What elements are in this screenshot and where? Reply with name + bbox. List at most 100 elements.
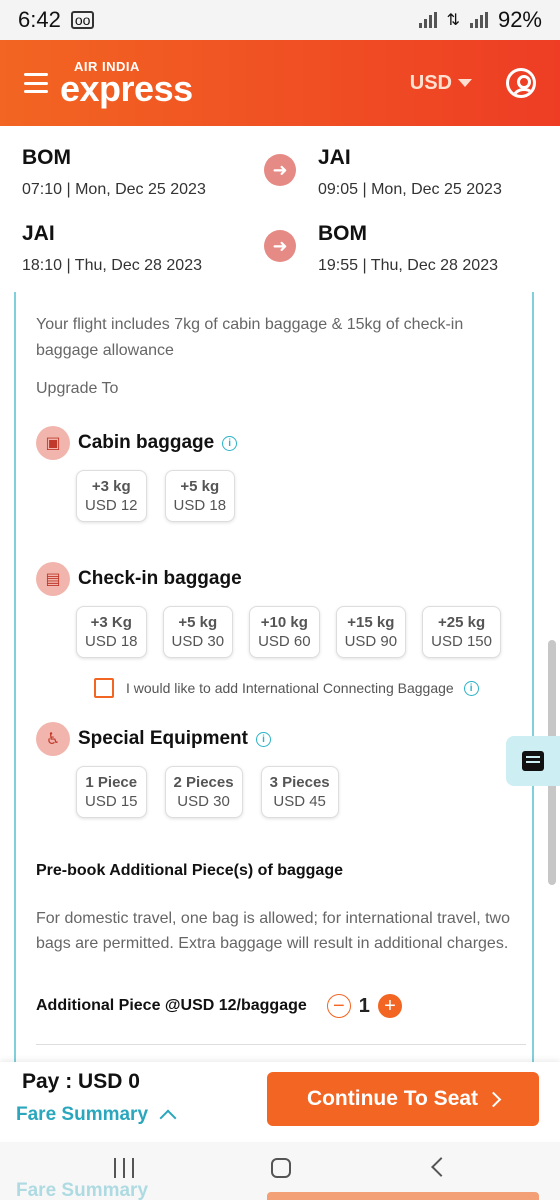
equipment-icon: ♿ (36, 722, 70, 756)
recents-icon[interactable] (114, 1158, 134, 1178)
option-price: USD 60 (258, 633, 311, 650)
chat-button[interactable] (506, 736, 560, 786)
special-option[interactable]: 3 Pieces USD 45 (260, 766, 339, 818)
home-icon[interactable] (271, 1158, 291, 1178)
option-price: USD 12 (85, 497, 138, 514)
minus-icon[interactable]: − (326, 994, 351, 1018)
option-weight: +15 kg (347, 614, 395, 631)
checkin-options: +3 Kg USD 18 +5 kg USD 30 +10 kg USD 60 +15… (76, 606, 501, 658)
flight-leg-outbound: BOM 07:10 | Mon, Dec 25 2023 ➜ JAI 09:05… (0, 126, 560, 202)
option-price: USD 90 (344, 633, 398, 650)
info-icon[interactable]: i (222, 435, 238, 451)
arrow-right-icon: ➜ (264, 230, 296, 262)
prebook-description: For domestic travel, one bag is allowed;… (36, 910, 511, 952)
origin-code: JAI (22, 222, 55, 245)
chevron-right-icon (485, 1091, 502, 1107)
arrival-datetime: 09:05 | Mon, Dec 25 2023 (318, 181, 502, 198)
departure-datetime: 18:10 | Thu, Dec 28 2023 (22, 257, 202, 274)
option-price: USD 18 (173, 497, 227, 514)
cabin-option[interactable]: +5 kg USD 18 (164, 470, 236, 522)
system-nav-bar: Fare Summary (0, 1142, 560, 1200)
special-option[interactable]: 2 Pieces USD 30 (164, 766, 243, 818)
departure-datetime: 07:10 | Mon, Dec 25 2023 (22, 181, 206, 198)
additional-piece-quantity: 1 (358, 994, 370, 1017)
baggage-panel: Your flight includes 7kg of cabin baggag… (14, 292, 534, 1062)
continue-label: Continue To Seat (306, 1087, 479, 1110)
cabin-baggage-header: ▣ Cabin baggage i (36, 426, 238, 460)
profile-icon[interactable] (506, 68, 536, 98)
chat-icon (522, 751, 544, 771)
cabin-options: +3 kg USD 12 +5 kg USD 18 (76, 470, 236, 522)
flight-leg-return: JAI 18:10 | Thu, Dec 28 2023 ➜ BOM 19:55… (0, 202, 560, 278)
option-price: USD 30 (171, 633, 225, 650)
checkin-option[interactable]: +10 kg USD 60 (249, 606, 320, 658)
fare-summary-peek: Fare Summary (16, 1180, 149, 1200)
option-weight: +3 Kg (90, 614, 132, 631)
checkin-baggage-title: Check-in baggage (78, 568, 242, 589)
option-price: USD 30 (177, 793, 230, 810)
option-price: USD 45 (273, 793, 326, 810)
continue-peek (267, 1192, 539, 1200)
pay-bar: Pay : USD 0 Fare Summary Continue To Sea… (0, 1062, 560, 1142)
battery-level: 92% (497, 7, 542, 32)
option-weight: +25 kg (438, 614, 486, 631)
status-time: 6:42 (18, 7, 61, 32)
checkin-option[interactable]: +25 kg USD 150 (422, 606, 501, 658)
suitcase-icon: ▤ (36, 562, 70, 596)
plus-icon[interactable]: + (377, 994, 402, 1018)
origin-code: BOM (22, 146, 71, 169)
brand-logo[interactable]: AIR INDIA express (60, 60, 193, 107)
checkin-option[interactable]: +5 kg USD 30 (162, 606, 234, 658)
status-right: ⇅ 92% (418, 7, 542, 33)
option-weight: 2 Pieces (173, 774, 234, 791)
currency-label: USD (409, 71, 452, 94)
option-weight: +10 kg (260, 614, 308, 631)
option-weight: 3 Pieces (269, 774, 330, 791)
menu-icon[interactable] (24, 73, 48, 93)
upgrade-label: Upgrade To (36, 380, 119, 397)
cabin-baggage-title: Cabin baggage (78, 432, 215, 453)
cell-signal-icon (469, 12, 488, 28)
fare-summary-label: Fare Summary (16, 1104, 149, 1125)
option-weight: 1 Piece (85, 774, 138, 791)
status-bar: 6:42 oo ⇅ 92% (0, 0, 560, 40)
special-equipment-header: ♿ Special Equipment i (36, 722, 271, 756)
voicemail-icon: oo (70, 11, 95, 29)
option-price: USD 150 (431, 633, 492, 650)
cabin-bag-icon: ▣ (36, 426, 70, 460)
option-price: USD 15 (85, 793, 138, 810)
divider (36, 1044, 526, 1045)
info-icon[interactable]: i (463, 680, 479, 696)
checkin-option[interactable]: +15 kg USD 90 (335, 606, 407, 658)
cabin-option[interactable]: +3 kg USD 12 (76, 470, 147, 522)
prebook-title: Pre-book Additional Piece(s) of baggage (36, 862, 343, 879)
back-icon[interactable] (431, 1157, 451, 1177)
intl-connecting-row: I would like to add International Connec… (94, 678, 479, 698)
baggage-intro: Your flight includes 7kg of cabin baggag… (36, 316, 464, 359)
arrival-datetime: 19:55 | Thu, Dec 28 2023 (318, 257, 498, 274)
currency-selector[interactable]: USD (410, 72, 472, 95)
app-header: AIR INDIA express USD (0, 40, 560, 126)
info-icon[interactable]: i (255, 731, 271, 747)
continue-to-seat-button[interactable]: Continue To Seat (267, 1072, 539, 1126)
option-weight: +3 kg (91, 478, 131, 495)
special-option[interactable]: 1 Piece USD 15 (76, 766, 147, 818)
wifi-calling-icon (418, 12, 437, 28)
checkin-option[interactable]: +3 Kg USD 18 (76, 606, 147, 658)
option-weight: +5 kg (178, 614, 218, 631)
intl-connecting-label: I would like to add International Connec… (126, 680, 454, 696)
brand-big: express (60, 67, 193, 109)
option-weight: +5 kg (180, 478, 220, 495)
data-transfer-icon: ⇅ (446, 12, 460, 29)
chevron-down-icon (458, 79, 472, 87)
pay-total: Pay : USD 0 (22, 1070, 140, 1093)
checkin-baggage-header: ▤ Check-in baggage (36, 562, 242, 596)
chevron-up-icon (159, 1109, 177, 1127)
intl-connecting-checkbox[interactable] (94, 678, 114, 698)
additional-piece-row: Additional Piece @USD 12/baggage − 1 + (36, 994, 402, 1018)
option-price: USD 18 (85, 633, 138, 650)
special-options: 1 Piece USD 15 2 Pieces USD 30 3 Pieces USD… (76, 766, 339, 818)
special-equipment-title: Special Equipment (78, 728, 248, 749)
fare-summary-toggle[interactable]: Fare Summary (16, 1104, 177, 1127)
additional-piece-label: Additional Piece @USD 12/baggage (36, 997, 307, 1014)
